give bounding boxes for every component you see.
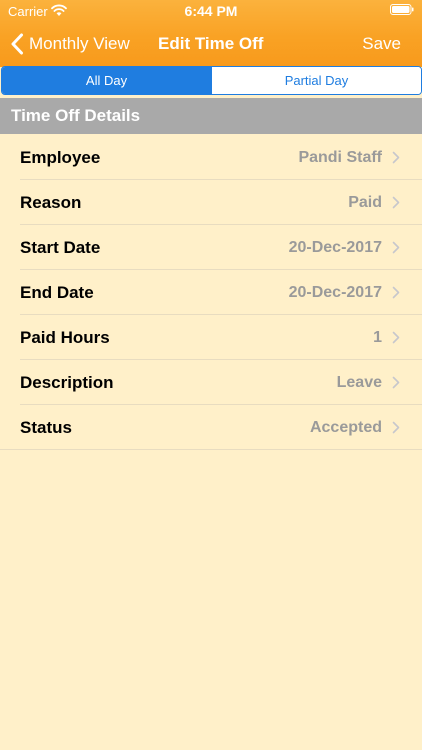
row-description[interactable]: Description Leave (0, 360, 422, 405)
row-value: 20-Dec-2017 (288, 284, 382, 301)
status-time: 6:44 PM (184, 3, 238, 19)
chevron-right-icon (392, 376, 400, 389)
row-label: End Date (20, 283, 94, 302)
chevron-left-icon (11, 33, 23, 55)
row-value: 20-Dec-2017 (288, 239, 382, 256)
save-button[interactable]: Save (362, 22, 401, 66)
back-button-label: Monthly View (29, 34, 130, 53)
row-label: Start Date (20, 238, 101, 257)
row-reason[interactable]: Reason Paid (0, 180, 422, 225)
segment-partial-day[interactable]: Partial Day (211, 67, 421, 94)
segment-all-day[interactable]: All Day (2, 67, 211, 94)
row-paid-hours[interactable]: Paid Hours 1 (0, 315, 422, 360)
back-button[interactable]: Monthly View (10, 22, 130, 66)
row-label: Status (20, 418, 72, 437)
chevron-right-icon (392, 241, 400, 254)
day-type-segmented-control: All Day Partial Day (1, 66, 422, 95)
row-status[interactable]: Status Accepted (0, 405, 422, 450)
row-start-date[interactable]: Start Date 20-Dec-2017 (0, 225, 422, 270)
row-value: Leave (336, 374, 382, 391)
row-value: Accepted (309, 419, 382, 436)
row-value: Paid (348, 194, 382, 211)
row-value: Pandi Staff (298, 149, 382, 166)
chevron-right-icon (392, 196, 400, 209)
chevron-right-icon (392, 151, 400, 164)
row-value: 1 (373, 329, 382, 346)
page-title: Edit Time Off (158, 34, 264, 53)
battery-icon (390, 4, 414, 15)
app-header: Carrier 6:44 PM Monthly View Edit Time O… (0, 0, 422, 67)
row-label: Employee (20, 148, 101, 167)
chevron-right-icon (392, 286, 400, 299)
row-employee[interactable]: Employee Pandi Staff (0, 135, 422, 180)
section-header: Time Off Details (0, 98, 422, 134)
row-end-date[interactable]: End Date 20-Dec-2017 (0, 270, 422, 315)
navigation-bar: Monthly View Edit Time Off Save (0, 22, 422, 66)
chevron-right-icon (392, 421, 400, 434)
row-label: Paid Hours (20, 328, 110, 347)
row-label: Description (20, 373, 114, 392)
chevron-right-icon (392, 331, 400, 344)
time-off-details-list: Employee Pandi Staff Reason Paid Start D… (0, 135, 422, 450)
row-label: Reason (20, 193, 82, 212)
status-bar: Carrier 6:44 PM (0, 0, 422, 22)
